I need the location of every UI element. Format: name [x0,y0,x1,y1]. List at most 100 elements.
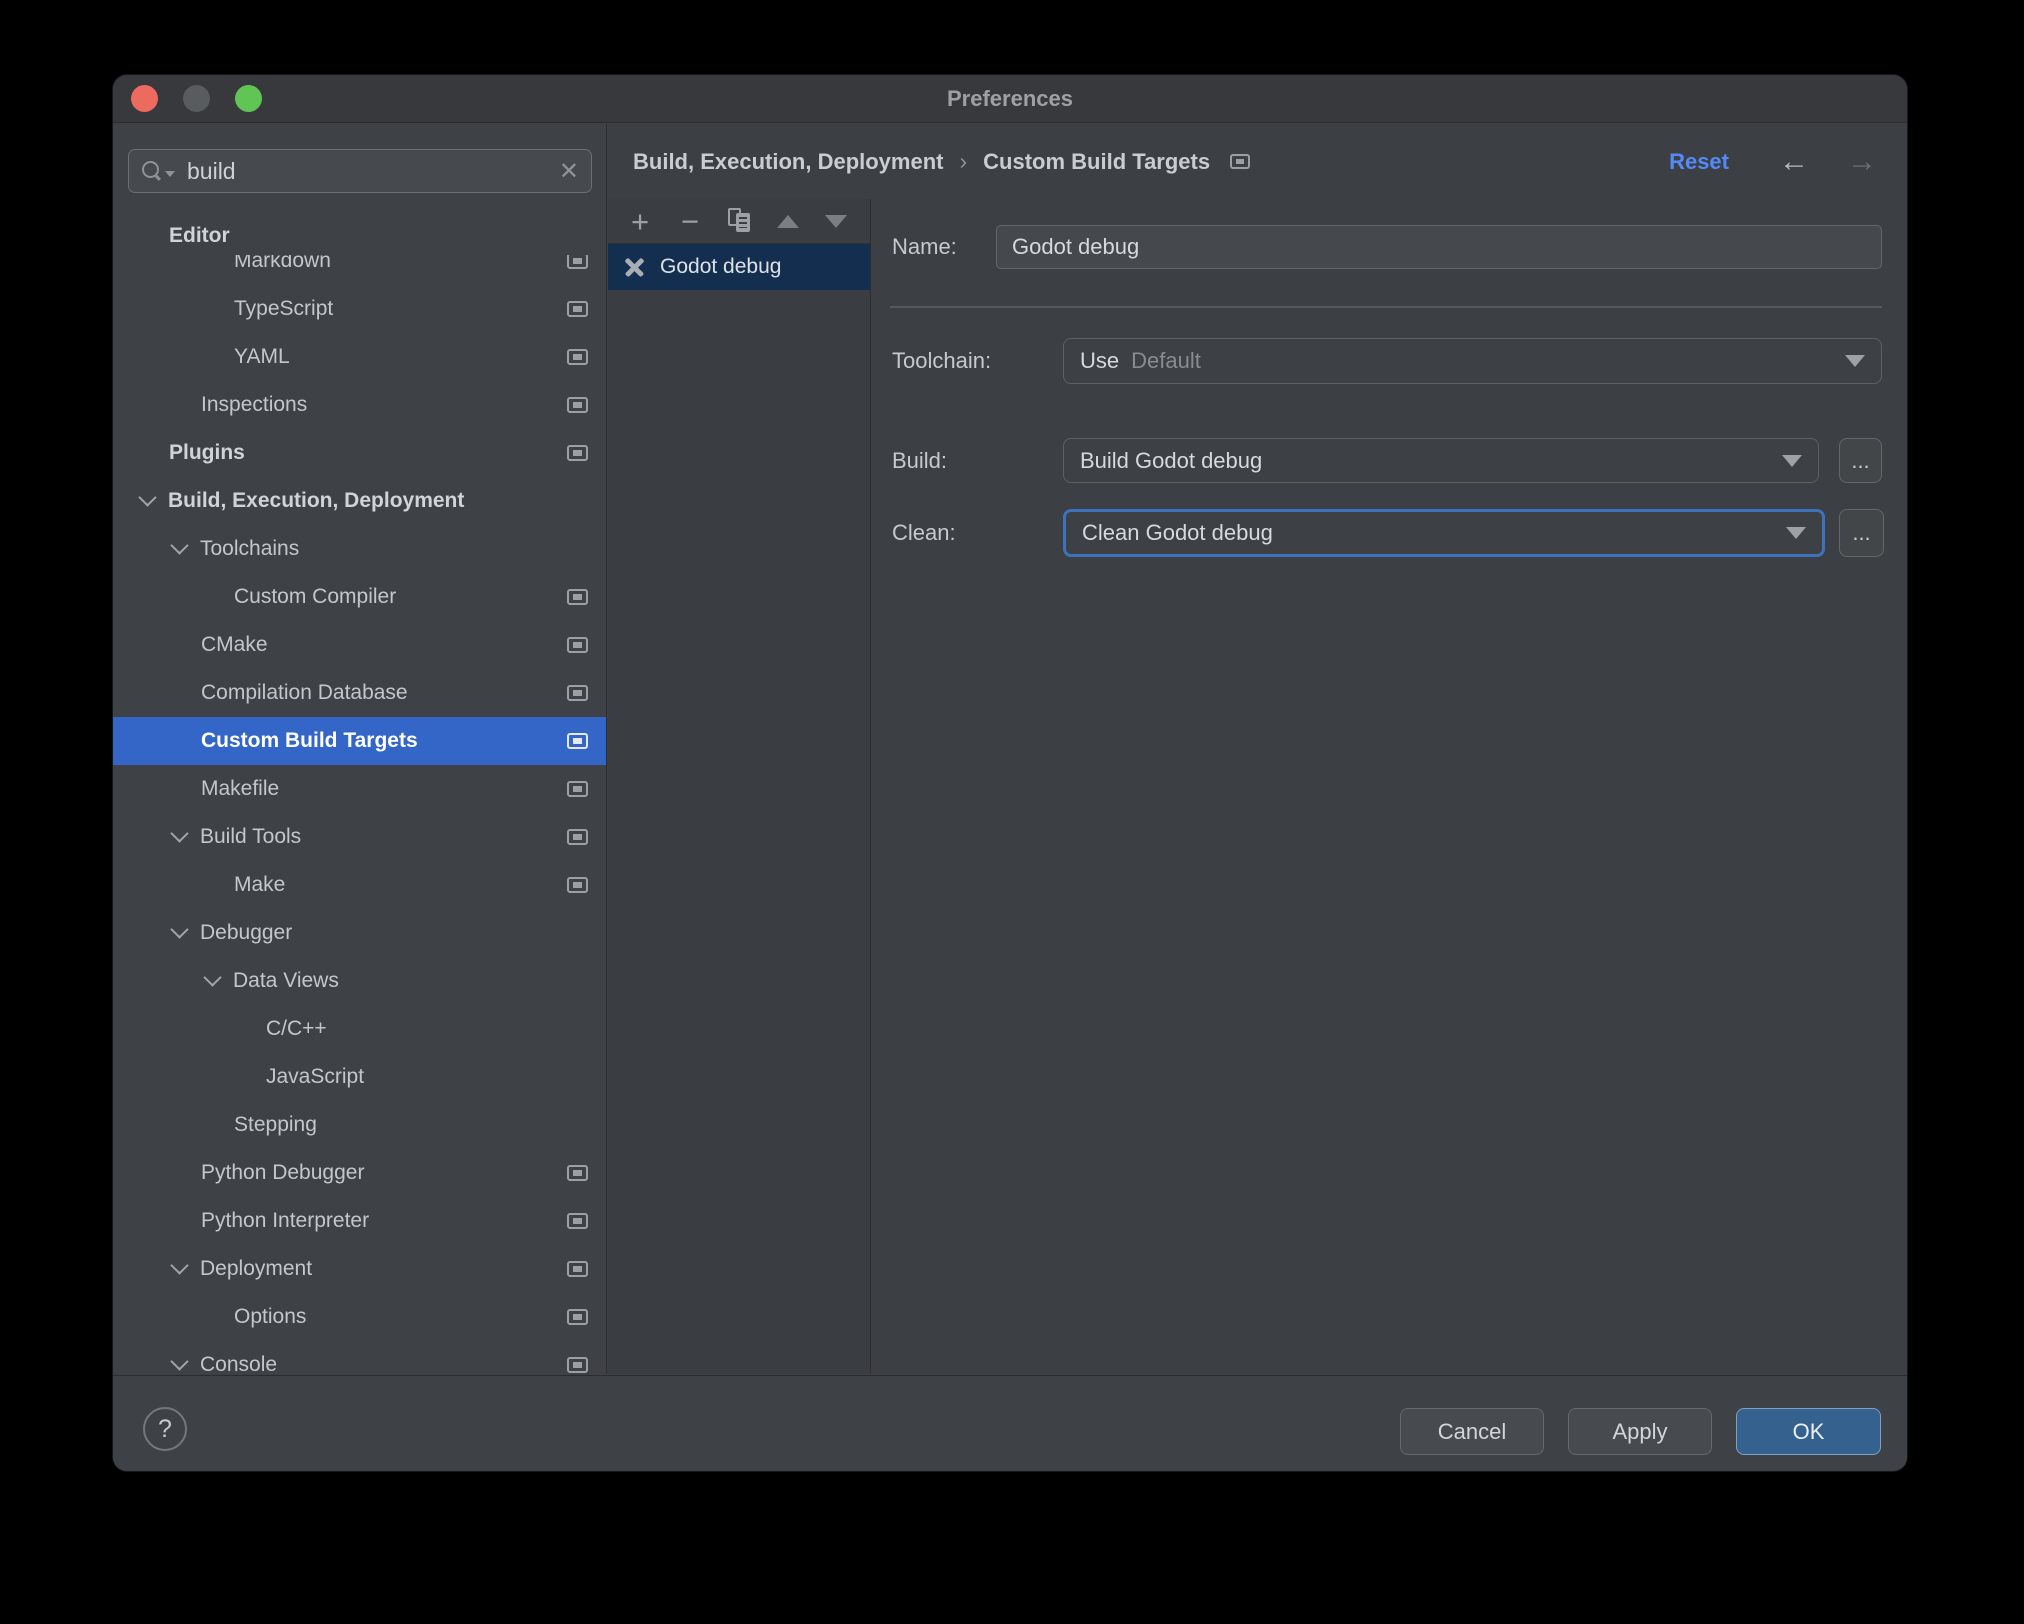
sidebar-item-label: Markdown [234,255,331,272]
chevron-down-icon[interactable] [170,535,189,555]
chevron-down-icon[interactable] [170,1351,189,1371]
name-field[interactable] [996,225,1882,269]
found-in-page-icon [567,255,588,269]
back-arrow-icon[interactable]: ← [1779,145,1809,179]
settings-search-box[interactable]: ✕ [128,149,592,193]
settings-tree-panel: ✕ Editor Markdown TypeScript YAML Ins [113,124,607,1374]
found-in-page-icon [567,349,588,365]
chevron-down-icon [1782,454,1802,467]
sidebar-item-debugger[interactable]: Debugger [113,909,606,957]
sidebar-item-console[interactable]: Console [113,1341,606,1374]
chevron-down-icon[interactable] [170,823,189,843]
found-in-page-icon [567,1165,588,1181]
sidebar-item-markdown[interactable]: Markdown [113,255,606,285]
clean-select[interactable]: Clean Godot debug [1063,509,1825,557]
sidebar-item-javascript[interactable]: JavaScript [113,1053,606,1101]
sidebar-item-custom-build-targets[interactable]: Custom Build Targets [113,717,606,765]
sidebar-item-label: Makefile [201,777,280,800]
content-row: + − Godot debug Name: Godot debug Toolch… [608,199,1907,1374]
settings-content-region: Build, Execution, Deployment › Custom Bu… [608,124,1907,1374]
move-up-button [777,214,799,228]
sidebar-item-cmake[interactable]: CMake [113,621,606,669]
sidebar-item-python-debugger[interactable]: Python Debugger [113,1149,606,1197]
window-title: Preferences [947,85,1073,111]
apply-button[interactable]: Apply [1568,1408,1712,1455]
move-down-button [825,214,847,228]
sidebar-item-build-tools[interactable]: Build Tools [113,813,606,861]
reset-link[interactable]: Reset [1669,149,1729,175]
footer-buttons: Cancel Apply OK [1400,1408,1881,1455]
target-list-item-godot-debug[interactable]: Godot debug [608,244,870,290]
found-in-page-icon [567,1309,588,1325]
remove-target-button[interactable]: − [677,206,703,237]
chevron-down-icon[interactable] [170,919,189,939]
found-in-page-icon [567,781,588,797]
clean-browse-button[interactable]: ... [1839,509,1884,557]
sidebar-item-toolchains[interactable]: Toolchains [113,525,606,573]
sidebar-item-c-cpp[interactable]: C/C++ [113,1005,606,1053]
form-separator [890,306,1882,308]
help-button[interactable]: ? [143,1407,187,1451]
ok-button[interactable]: OK [1736,1408,1881,1455]
clear-search-icon[interactable]: ✕ [559,157,579,186]
breadcrumb-build-execution-deployment[interactable]: Build, Execution, Deployment [633,149,943,175]
sidebar-item-stepping[interactable]: Stepping [113,1101,606,1149]
sidebar-item-build-execution-deployment[interactable]: Build, Execution, Deployment [113,477,606,525]
copy-target-button[interactable] [727,208,753,234]
chevron-down-icon[interactable] [138,487,157,507]
toolchain-select[interactable]: Use Default [1063,338,1882,384]
sidebar-item-label: Python Debugger [201,1161,365,1184]
sidebar-item-inspections[interactable]: Inspections [113,381,606,429]
clipped-row-wrapper: Markdown [113,255,606,285]
close-window-button[interactable] [131,85,158,112]
found-in-page-icon [567,301,588,317]
zoom-window-button[interactable] [235,85,262,112]
search-options-arrow-icon[interactable] [165,171,175,177]
build-row: Build: Build Godot debug ... [871,438,1907,483]
traffic-lights [131,85,262,112]
sidebar-item-label: JavaScript [266,1065,365,1088]
sidebar-item-label: Build, Execution, Deployment [168,489,465,512]
chevron-down-icon[interactable] [170,1255,189,1275]
add-target-button[interactable]: + [627,206,653,237]
target-list-item-label: Godot debug [660,255,782,278]
found-in-page-icon [567,1261,588,1277]
minimize-window-button[interactable] [183,85,210,112]
sidebar-item-label: Debugger [200,921,293,944]
sidebar-item-plugins[interactable]: Plugins [113,429,606,477]
found-in-page-icon [567,1357,588,1373]
name-row: Name: [871,225,1907,269]
found-in-page-icon [567,589,588,605]
build-label: Build: [892,447,948,473]
sidebar-item-yaml[interactable]: YAML [113,333,606,381]
build-browse-button[interactable]: ... [1839,438,1882,483]
chevron-down-icon [1786,527,1806,539]
clean-label: Clean: [892,520,956,545]
sidebar-item-make[interactable]: Make [113,861,606,909]
sidebar-item-label: Custom Compiler [234,585,397,608]
sidebar-item-makefile[interactable]: Makefile [113,765,606,813]
sidebar-item-typescript[interactable]: TypeScript [113,285,606,333]
sidebar-item-python-interpreter[interactable]: Python Interpreter [113,1197,606,1245]
clean-value-text: Clean Godot debug [1082,520,1273,545]
sidebar-item-options[interactable]: Options [113,1293,606,1341]
sidebar-item-editor[interactable]: Editor [113,217,606,255]
sidebar-item-label: Compilation Database [201,681,408,704]
dialog-footer: ? Cancel Apply OK [113,1375,1907,1471]
forward-arrow-icon: → [1847,144,1877,178]
sidebar-item-custom-compiler[interactable]: Custom Compiler [113,573,606,621]
sidebar-item-deployment[interactable]: Deployment [113,1245,606,1293]
cancel-button[interactable]: Cancel [1400,1408,1544,1455]
sidebar-item-label: TypeScript [234,297,334,320]
build-select[interactable]: Build Godot debug [1063,438,1819,483]
chevron-down-icon[interactable] [203,967,222,987]
sidebar-item-compilation-database[interactable]: Compilation Database [113,669,606,717]
chevron-down-icon [1845,355,1865,367]
search-input[interactable] [187,157,551,185]
settings-tree: Editor Markdown TypeScript YAML Inspecti… [113,217,606,1374]
build-tools-icon [621,254,648,281]
sidebar-item-data-views[interactable]: Data Views [113,957,606,1005]
found-in-page-icon [567,733,588,749]
build-targets-list-panel: + − Godot debug [608,199,871,1374]
toolchain-row: Toolchain: Use Default [871,338,1907,384]
